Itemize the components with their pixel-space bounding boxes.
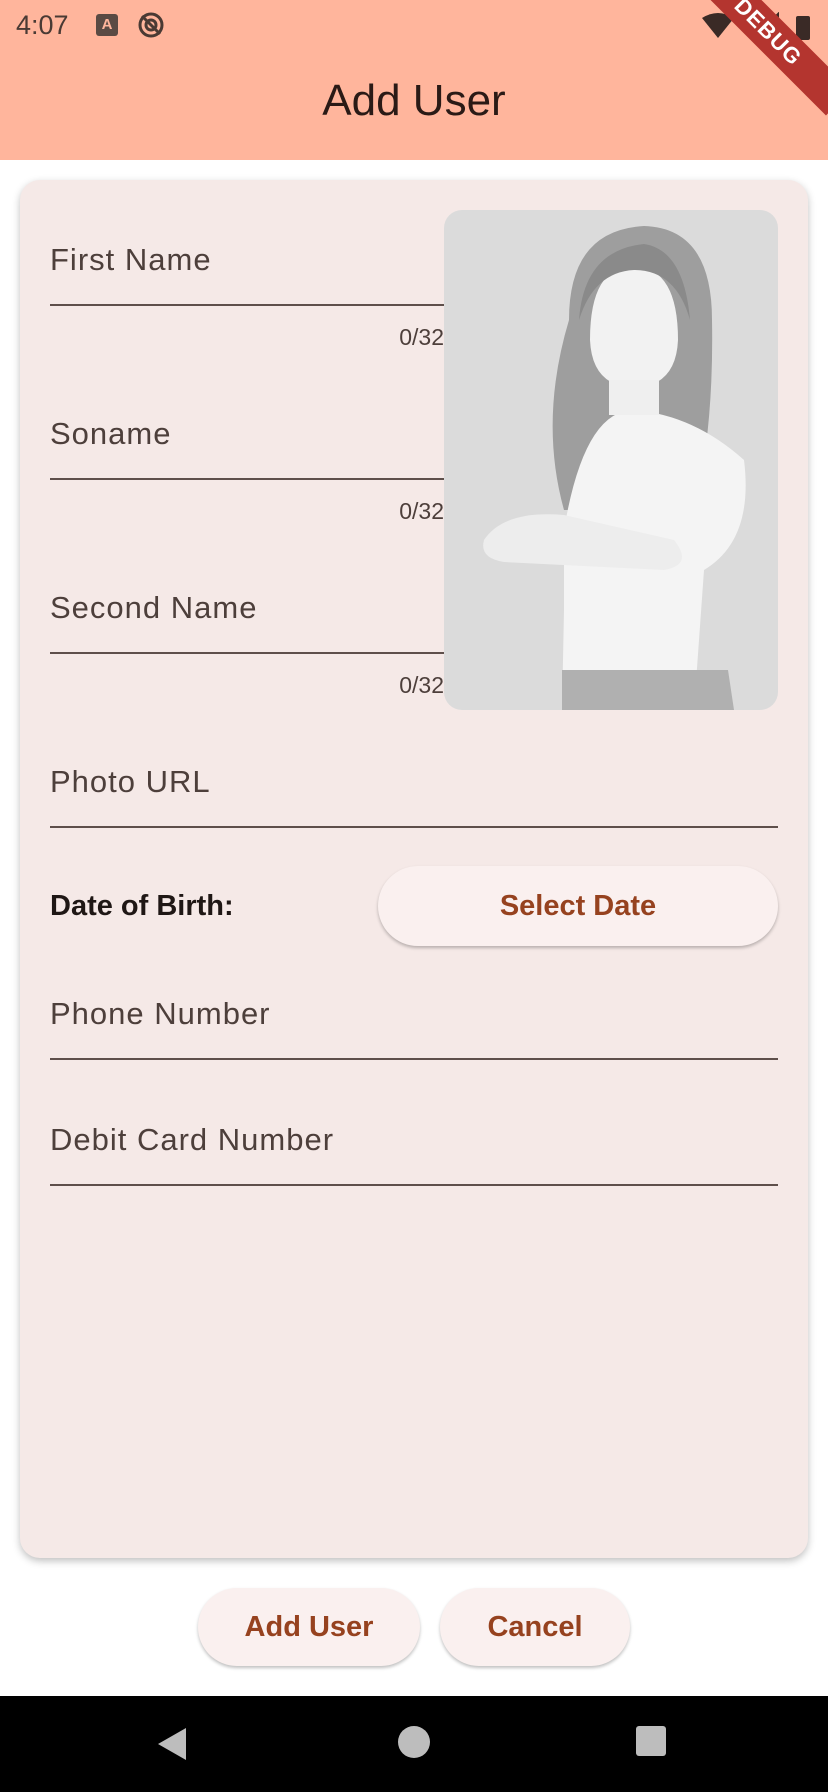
person-silhouette-icon	[483, 226, 746, 710]
first-name-counter: 0/32	[399, 324, 444, 350]
soname-counter: 0/32	[399, 498, 444, 524]
phone-number-underline	[50, 1058, 778, 1060]
soname-label: Soname	[50, 416, 172, 451]
home-icon[interactable]	[398, 1726, 430, 1758]
second-name-underline	[50, 652, 444, 654]
date-of-birth-label: Date of Birth:	[50, 890, 234, 922]
phone-number-label: Phone Number	[50, 996, 271, 1031]
debit-card-field[interactable]: Debit Card Number	[50, 1122, 778, 1202]
user-form-card: First Name 0/32 Soname 0/32 Second Name …	[20, 180, 808, 1558]
soname-underline	[50, 478, 444, 480]
debit-card-label: Debit Card Number	[50, 1122, 335, 1157]
page-title: Add User	[322, 76, 506, 125]
add-user-button[interactable]: Add User	[198, 1588, 420, 1666]
app-bar: 4:07 A DEBUG Add User	[0, 0, 828, 160]
user-photo-placeholder	[444, 210, 778, 710]
recent-apps-icon[interactable]	[636, 1726, 666, 1756]
soname-field[interactable]: Soname 0/32	[50, 416, 444, 536]
photo-url-field[interactable]: Photo URL	[50, 764, 778, 844]
select-date-button[interactable]: Select Date	[378, 866, 778, 946]
second-name-counter: 0/32	[399, 672, 444, 698]
debit-card-underline	[50, 1184, 778, 1186]
status-bar: 4:07 A	[0, 0, 828, 50]
second-name-field[interactable]: Second Name 0/32	[50, 590, 444, 710]
photo-url-underline	[50, 826, 778, 828]
sync-off-icon	[138, 12, 164, 38]
phone-number-field[interactable]: Phone Number	[50, 996, 778, 1076]
back-icon[interactable]	[156, 1726, 188, 1762]
notification-a-icon: A	[96, 14, 118, 36]
status-time: 4:07	[16, 10, 69, 40]
second-name-label: Second Name	[50, 590, 258, 625]
system-navigation-bar	[0, 1696, 828, 1792]
first-name-label: First Name	[50, 242, 212, 277]
first-name-field[interactable]: First Name 0/32	[50, 242, 444, 362]
cancel-button[interactable]: Cancel	[440, 1588, 630, 1666]
photo-url-label: Photo URL	[50, 764, 211, 799]
first-name-underline	[50, 304, 444, 306]
